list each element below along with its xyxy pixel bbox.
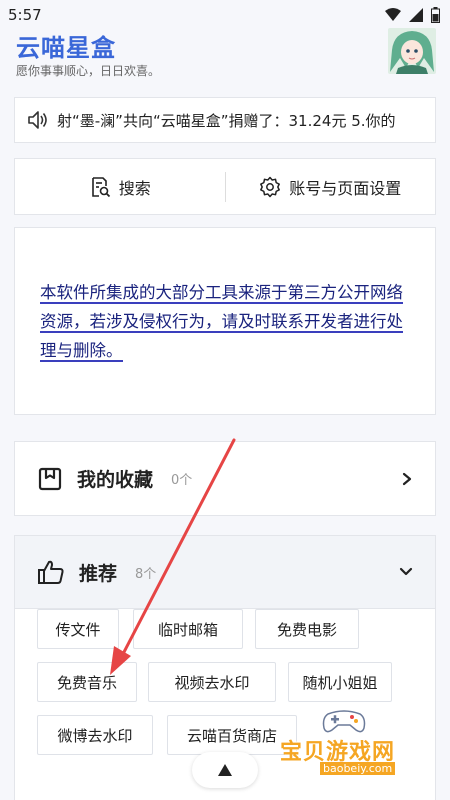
gamepad-icon [322,710,366,733]
app-header: 云喵星盒 愿你事事顺心，日日欢喜。 [14,26,436,78]
chevron-down-icon[interactable] [399,567,413,577]
tag-item[interactable]: 随机小姐姐 [288,662,392,702]
speaker-icon [28,111,47,129]
favorites-section[interactable]: 我的收藏 0个 [14,441,436,516]
settings-label: 账号与页面设置 [289,178,402,198]
favorites-count: 0个 [171,473,193,488]
bookmark-icon [38,467,62,490]
status-icons [385,7,440,23]
status-time: 5:57 [8,6,42,24]
thumbs-up-icon [38,560,64,584]
watermark: 宝贝游戏网 baobeiy.com [276,706,426,780]
tag-item[interactable]: 临时邮箱 [133,609,243,649]
battery-icon [431,7,440,23]
search-label: 搜索 [118,178,151,198]
donation-text: 射“墨-澜”共向“云喵星盒”捐赠了：31.24元 5.你的 [57,111,396,130]
recommend-label: 推荐 [79,562,118,585]
tag-item[interactable]: 视频去水印 [148,662,276,702]
disclaimer-card: 本软件所集成的大部分工具来源于第三方公开网络资源，若涉及侵权行为，请及时联系开发… [14,227,436,415]
disclaimer-text[interactable]: 本软件所集成的大部分工具来源于第三方公开网络资源，若涉及侵权行为，请及时联系开发… [40,278,410,365]
tag-item[interactable]: 传文件 [37,609,119,649]
disclaimer-link[interactable]: 本软件所集成的大部分工具来源于第三方公开网络资源，若涉及侵权行为，请及时联系开发… [40,282,403,362]
action-bar: 搜索 账号与页面设置 [14,158,436,215]
wifi-icon [385,8,401,21]
app-subtitle: 愿你事事顺心，日日欢喜。 [16,64,161,78]
tag-item[interactable]: 免费音乐 [37,662,137,702]
recommend-count: 8个 [135,566,157,582]
favorites-label: 我的收藏 [77,469,154,491]
tag-item[interactable]: 免费电影 [255,609,359,649]
search-button[interactable]: 搜索 [15,159,225,214]
scroll-top-button[interactable] [192,752,258,788]
chevron-right-icon[interactable] [401,472,413,486]
settings-button[interactable]: 账号与页面设置 [226,159,436,214]
triangle-up-icon [218,764,232,776]
donation-marquee: 射“墨-澜”共向“云喵星盒”捐赠了：31.24元 5.你的 [14,97,436,143]
gear-icon [260,176,281,197]
signal-icon [409,8,423,22]
app-title: 云喵星盒 [16,34,116,62]
tag-item[interactable]: 微博去水印 [37,715,153,755]
watermark-url: baobeiy.com [320,762,396,775]
search-icon [91,176,110,197]
recommend-header[interactable]: 推荐 8个 [15,536,435,609]
avatar[interactable] [388,28,436,74]
